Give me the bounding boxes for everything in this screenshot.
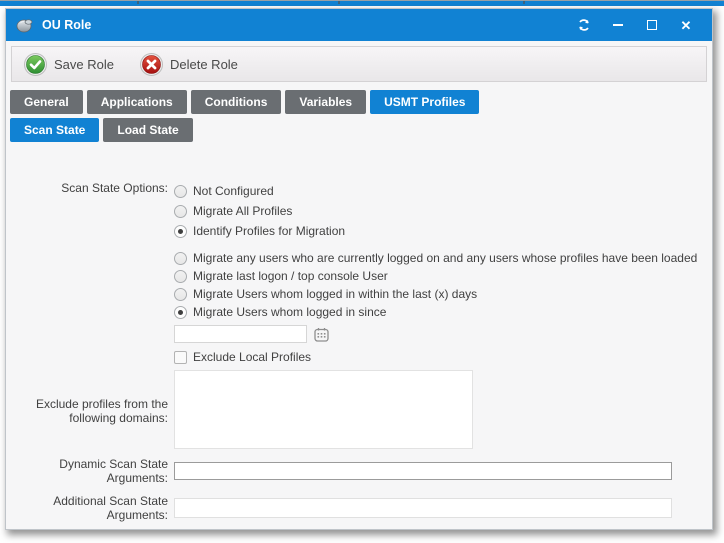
radio-icon[interactable] (174, 252, 187, 265)
radio-label: Migrate All Profiles (193, 204, 292, 218)
usmt-subtabs: Scan State Load State (6, 118, 712, 142)
exclude-local-profiles-row[interactable]: Exclude Local Profiles (174, 350, 712, 364)
maximize-button[interactable] (640, 14, 664, 36)
radio-option-logged-in-since[interactable]: Migrate Users whom logged in since (174, 303, 712, 321)
background-tab-separator (137, 1, 139, 4)
calendar-icon (314, 327, 329, 342)
dynamic-scan-state-arguments-input[interactable] (174, 462, 672, 480)
tab-conditions[interactable]: Conditions (191, 90, 282, 114)
save-role-button[interactable]: Save Role (24, 53, 114, 76)
window-controls: ✕ (572, 14, 698, 36)
radio-label: Migrate last logon / top console User (193, 269, 388, 283)
scan-state-options-label: Scan State Options: (6, 181, 174, 241)
subtab-load-state[interactable]: Load State (103, 118, 192, 142)
subtab-scan-state[interactable]: Scan State (10, 118, 99, 142)
spacer (6, 241, 712, 249)
exclude-local-profiles-label: Exclude Local Profiles (193, 350, 311, 364)
delete-role-button[interactable]: Delete Role (140, 53, 238, 76)
radio-label: Migrate Users whom logged in since (193, 305, 386, 319)
exclude-domains-label: Exclude profiles from the following doma… (6, 397, 174, 425)
refresh-button[interactable] (572, 14, 596, 36)
radio-label: Identify Profiles for Migration (193, 224, 345, 238)
radio-option-identify-profiles[interactable]: Identify Profiles for Migration (174, 221, 712, 241)
radio-label: Not Configured (193, 184, 274, 198)
save-check-icon (24, 53, 47, 76)
delete-role-label: Delete Role (170, 57, 238, 72)
radio-icon-selected[interactable] (174, 306, 187, 319)
scan-state-form: Scan State Options: Not Configured Migra… (6, 181, 712, 522)
background-tab-separator (338, 1, 340, 4)
identify-profiles-subgroup: Migrate any users who are currently logg… (174, 249, 712, 364)
radio-icon[interactable] (174, 288, 187, 301)
save-role-label: Save Role (54, 57, 114, 72)
close-icon: ✕ (681, 19, 692, 32)
tab-general[interactable]: General (10, 90, 83, 114)
tab-usmt-profiles[interactable]: USMT Profiles (370, 90, 479, 114)
radio-label: Migrate any users who are currently logg… (193, 251, 697, 265)
background-window-edge (0, 0, 724, 6)
logged-in-since-date-input[interactable] (174, 325, 307, 343)
maximize-icon (647, 20, 657, 30)
radio-icon[interactable] (174, 205, 187, 218)
main-tabs: General Applications Conditions Variable… (6, 90, 712, 114)
dynamic-scan-state-arguments-label: Dynamic Scan State Arguments: (6, 457, 174, 485)
radio-option-not-configured[interactable]: Not Configured (174, 181, 712, 201)
empty-label (6, 249, 174, 364)
background-tab-separator (523, 1, 525, 4)
date-picker-button[interactable] (313, 326, 329, 342)
title-bar: OU Role ✕ (6, 9, 712, 41)
minimize-icon (613, 24, 623, 26)
radio-label: Migrate Users whom logged in within the … (193, 287, 477, 301)
tab-variables[interactable]: Variables (285, 90, 366, 114)
additional-scan-state-arguments-input[interactable] (174, 498, 672, 518)
tab-applications[interactable]: Applications (87, 90, 187, 114)
radio-option-last-x-days[interactable]: Migrate Users whom logged in within the … (174, 285, 712, 303)
radio-option-last-logon[interactable]: Migrate last logon / top console User (174, 267, 712, 285)
delete-x-icon (140, 53, 163, 76)
scan-state-options-group: Not Configured Migrate All Profiles Iden… (174, 181, 712, 241)
minimize-button[interactable] (606, 14, 630, 36)
refresh-icon (577, 18, 591, 32)
ou-role-dialog: OU Role ✕ (5, 8, 713, 530)
toolbar: Save Role Delete Role (11, 46, 707, 82)
logged-in-since-date-row (174, 324, 712, 344)
radio-option-currently-logged-on[interactable]: Migrate any users who are currently logg… (174, 249, 712, 267)
ou-role-window-icon (16, 17, 34, 33)
exclude-local-profiles-checkbox[interactable] (174, 351, 187, 364)
close-button[interactable]: ✕ (674, 14, 698, 36)
window-title: OU Role (42, 18, 572, 32)
radio-icon-selected[interactable] (174, 225, 187, 238)
radio-icon[interactable] (174, 270, 187, 283)
additional-scan-state-arguments-label: Additional Scan State Arguments: (6, 494, 174, 522)
radio-icon[interactable] (174, 185, 187, 198)
exclude-domains-textarea[interactable] (174, 370, 473, 449)
radio-option-migrate-all-profiles[interactable]: Migrate All Profiles (174, 201, 712, 221)
